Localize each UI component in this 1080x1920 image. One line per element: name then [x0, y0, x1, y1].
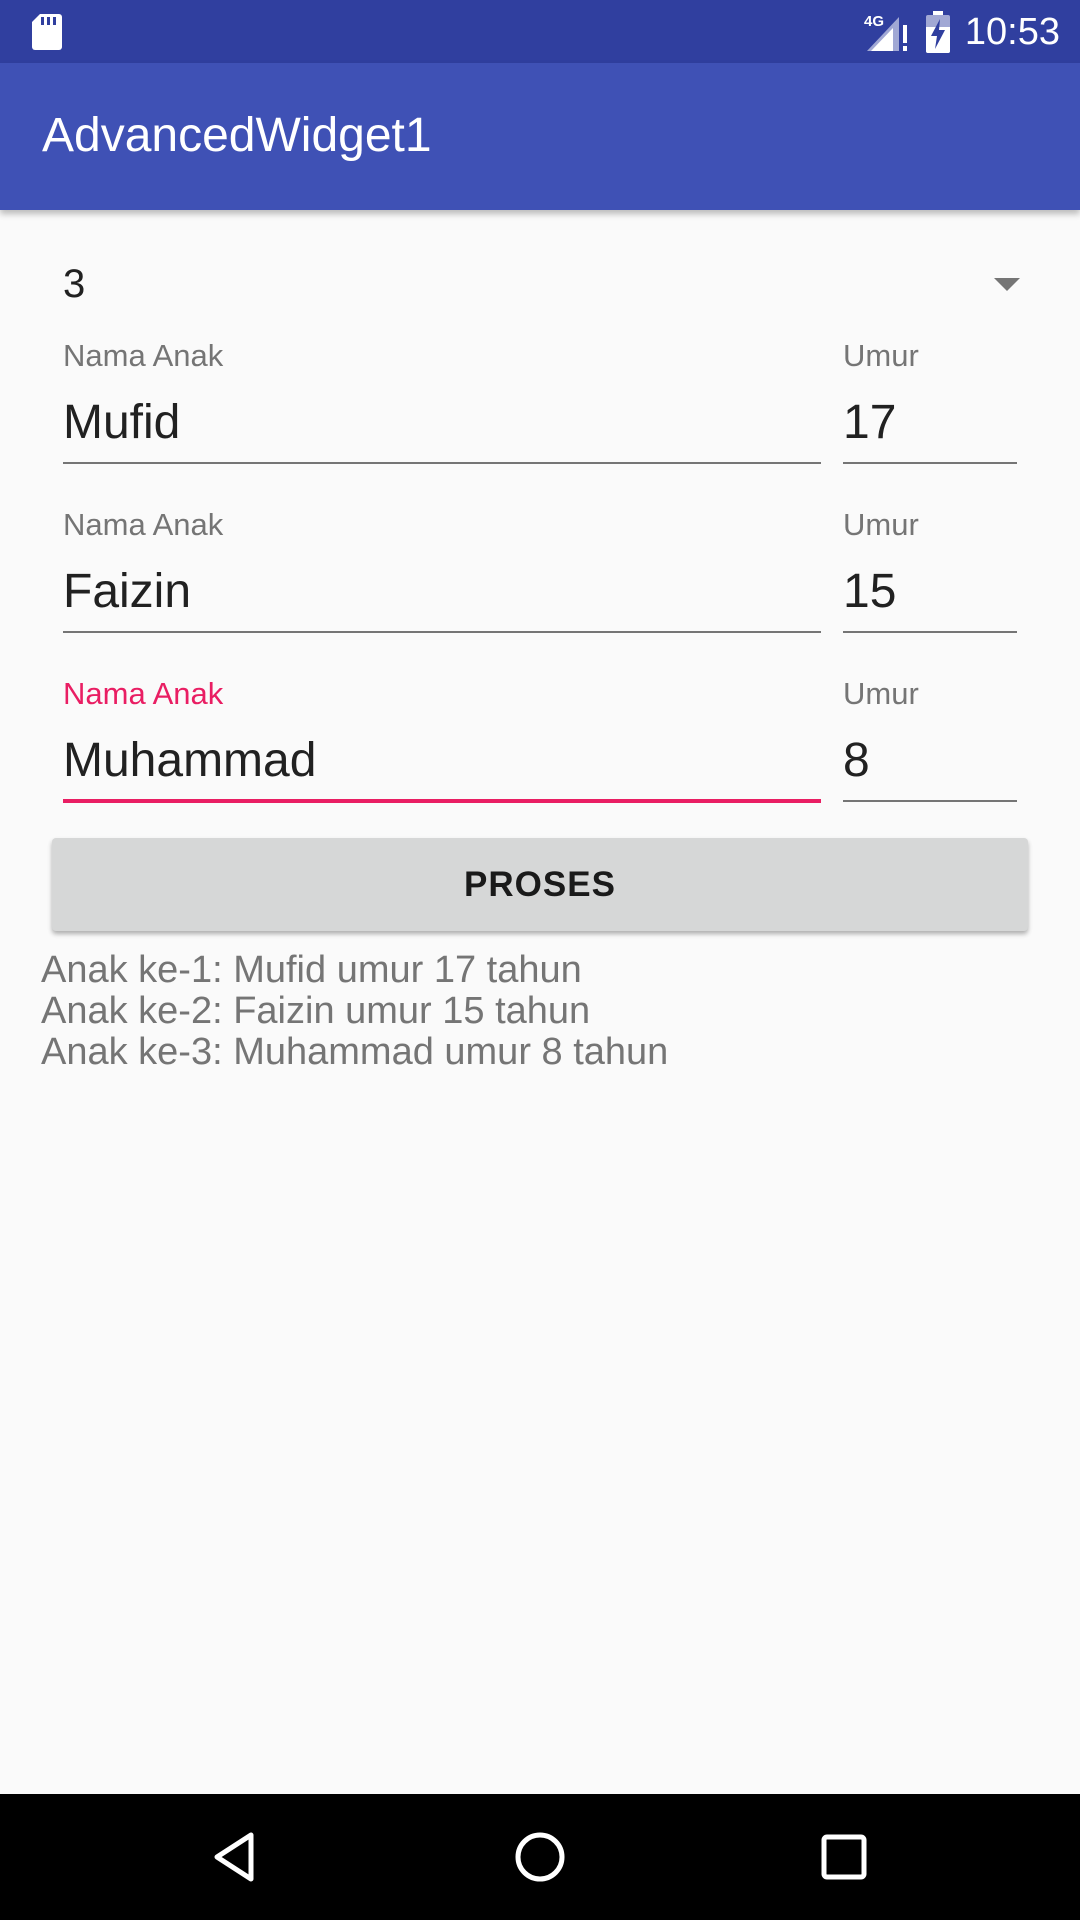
name-input-1[interactable]: [63, 393, 821, 453]
name-label: Nama Anak: [63, 676, 224, 711]
name-underline: [63, 631, 821, 633]
name-input-2[interactable]: [63, 562, 821, 622]
dropdown-arrow-icon: [994, 278, 1020, 291]
svg-text:4G: 4G: [864, 13, 884, 30]
age-field-1[interactable]: Umur: [843, 331, 1017, 481]
age-label: Umur: [843, 676, 919, 711]
name-field-1[interactable]: Nama Anak: [63, 331, 821, 481]
age-input-2[interactable]: [843, 562, 1017, 622]
name-input-3[interactable]: [63, 731, 821, 791]
recents-button[interactable]: [807, 1820, 881, 1894]
battery-charging-icon: [925, 11, 950, 53]
signal-4g-icon: 4G: [864, 13, 907, 51]
age-underline: [843, 631, 1017, 633]
count-spinner[interactable]: 3: [42, 248, 1026, 320]
navigation-bar: [0, 1794, 1080, 1920]
age-field-3[interactable]: Umur: [843, 669, 1017, 819]
recents-icon: [821, 1834, 867, 1880]
status-time: 10:53: [964, 11, 1060, 53]
age-label: Umur: [843, 507, 919, 542]
result-line-2: Anak ke-2: Faizin umur 15 tahun: [41, 990, 591, 1032]
result-list: Anak ke-1: Mufid umur 17 tahun Anak ke-2…: [41, 950, 1041, 1073]
age-underline: [843, 800, 1017, 802]
app-title: AdvancedWidget1: [42, 109, 432, 162]
name-underline: [63, 462, 821, 464]
result-line-3: Anak ke-3: Muhammad umur 8 tahun: [41, 1031, 669, 1073]
spinner-selected-value: 3: [63, 262, 86, 306]
age-underline: [843, 462, 1017, 464]
name-label: Nama Anak: [63, 507, 224, 542]
child-row-1: Nama Anak Umur: [63, 331, 1017, 481]
age-input-3[interactable]: [843, 731, 1017, 791]
screen: 4G 10:53 AdvancedWidget1 3 Nama Anak Muf…: [0, 0, 1080, 1920]
sd-card-icon: [32, 14, 62, 50]
status-bar: 4G 10:53: [0, 0, 1080, 63]
app-bar: AdvancedWidget1: [0, 63, 1080, 210]
age-field-2[interactable]: Umur: [843, 500, 1017, 650]
name-field-2[interactable]: Nama Anak: [63, 500, 821, 650]
child-row-2: Nama Anak Umur: [63, 500, 1017, 650]
status-icons: 4G 10:53: [863, 8, 1060, 56]
name-underline: [63, 799, 821, 803]
age-label: Umur: [843, 338, 919, 373]
home-icon: [515, 1832, 565, 1882]
name-field-3[interactable]: Nama Anak: [63, 669, 821, 819]
proses-button[interactable]: PROSES: [52, 838, 1028, 931]
home-button[interactable]: [503, 1820, 577, 1894]
result-line-1: Anak ke-1: Mufid umur 17 tahun: [41, 949, 582, 991]
age-input-1[interactable]: [843, 393, 1017, 453]
back-icon: [214, 1832, 254, 1882]
back-button[interactable]: [198, 1820, 272, 1894]
child-row-3: Nama Anak Umur: [63, 669, 1017, 819]
name-label: Nama Anak: [63, 338, 224, 373]
